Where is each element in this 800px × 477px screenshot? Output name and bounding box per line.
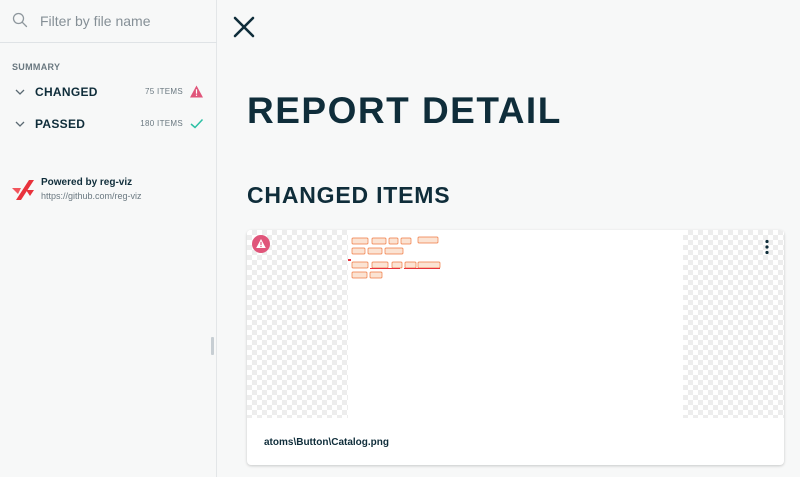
search-icon [12, 12, 28, 28]
summary-item-count: 75 ITEMS [145, 87, 183, 96]
close-icon[interactable] [232, 15, 256, 39]
powered-by-title: Powered by reg-viz [41, 177, 133, 188]
section-title: CHANGED ITEMS [247, 182, 451, 208]
powered-by: Powered by reg-viz https://github.com/re… [12, 176, 212, 206]
warning-icon [190, 85, 203, 98]
summary-item-count: 180 ITEMS [140, 119, 183, 128]
screenshot-thumbnail [348, 230, 683, 418]
summary-heading: SUMMARY [12, 62, 61, 72]
summary-item-passed[interactable]: PASSED 180 ITEMS [0, 112, 216, 136]
app-window: SUMMARY CHANGED 75 ITEMS PASSED 180 ITEM… [0, 0, 800, 477]
sidebar: SUMMARY CHANGED 75 ITEMS PASSED 180 ITEM… [0, 0, 217, 477]
reg-viz-logo-icon [12, 180, 34, 200]
more-vertical-icon[interactable] [761, 238, 773, 256]
main-content: REPORT DETAIL CHANGED ITEMS atoms\Button… [217, 0, 800, 477]
powered-by-link[interactable]: https://github.com/reg-viz [41, 191, 142, 201]
check-icon [190, 118, 204, 129]
transparent-background [247, 230, 348, 418]
summary-item-label: CHANGED [35, 85, 98, 99]
changed-item-card[interactable]: atoms\Button\Catalog.png [247, 230, 784, 465]
transparent-background [683, 230, 784, 418]
search-input[interactable] [40, 10, 210, 32]
summary-item-label: PASSED [35, 117, 86, 131]
sidebar-resize-handle[interactable] [211, 337, 214, 355]
chevron-down-icon [15, 121, 25, 127]
search-bar [0, 0, 217, 43]
chevron-down-icon [15, 89, 25, 95]
page-title: REPORT DETAIL [247, 90, 562, 131]
image-preview[interactable] [247, 230, 784, 418]
card-filename: atoms\Button\Catalog.png [264, 437, 389, 448]
summary-item-changed[interactable]: CHANGED 75 ITEMS [0, 80, 216, 104]
warning-icon [252, 235, 270, 253]
